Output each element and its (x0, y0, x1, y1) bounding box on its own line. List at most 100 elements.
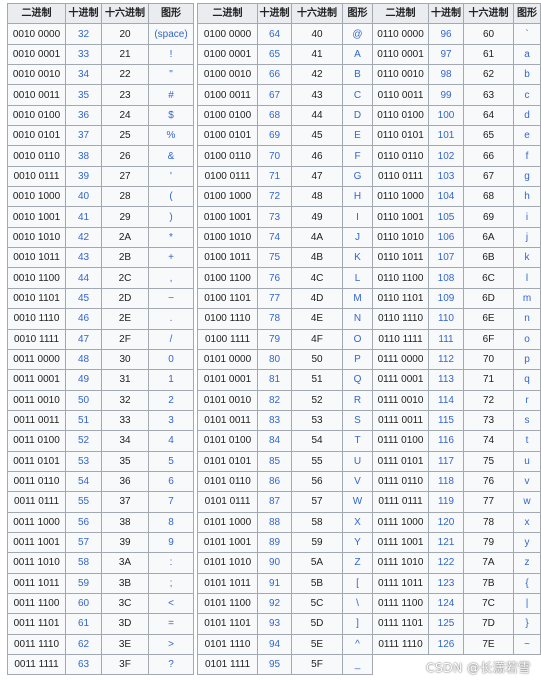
glyph-cell[interactable]: p (513, 348, 541, 371)
glyph-cell[interactable]: F (342, 145, 373, 167)
glyph-cell[interactable]: − (148, 287, 194, 310)
decimal-cell[interactable]: 64 (257, 23, 292, 45)
glyph-cell[interactable]: 8 (148, 511, 194, 533)
glyph-cell[interactable]: ' (148, 165, 194, 188)
decimal-cell[interactable]: 125 (428, 613, 464, 635)
decimal-cell[interactable]: 94 (257, 633, 292, 656)
decimal-cell[interactable]: 104 (428, 186, 464, 208)
glyph-cell[interactable]: e (513, 125, 541, 147)
decimal-cell[interactable]: 78 (257, 308, 292, 330)
decimal-cell[interactable]: 116 (428, 430, 464, 452)
glyph-cell[interactable]: , (148, 267, 194, 289)
glyph-cell[interactable]: v (513, 470, 541, 493)
decimal-cell[interactable]: 37 (65, 125, 102, 147)
decimal-cell[interactable]: 109 (428, 287, 464, 310)
decimal-cell[interactable]: 87 (257, 491, 292, 513)
decimal-cell[interactable]: 82 (257, 389, 292, 411)
decimal-cell[interactable]: 117 (428, 450, 464, 472)
decimal-cell[interactable]: 63 (65, 653, 102, 676)
glyph-cell[interactable]: 5 (148, 450, 194, 472)
decimal-cell[interactable]: 33 (65, 43, 102, 66)
decimal-cell[interactable]: 69 (257, 125, 292, 147)
glyph-cell[interactable]: 0 (148, 348, 194, 371)
glyph-cell[interactable]: M (342, 287, 373, 310)
decimal-cell[interactable]: 54 (65, 470, 102, 493)
glyph-cell[interactable]: J (342, 226, 373, 249)
glyph-cell[interactable]: ! (148, 43, 194, 66)
glyph-cell[interactable]: q (513, 369, 541, 391)
glyph-cell[interactable]: P (342, 348, 373, 371)
decimal-cell[interactable]: 86 (257, 470, 292, 493)
decimal-cell[interactable]: 70 (257, 145, 292, 167)
glyph-cell[interactable]: m (513, 287, 541, 310)
decimal-cell[interactable]: 83 (257, 409, 292, 432)
glyph-cell[interactable]: : (148, 552, 194, 574)
glyph-cell[interactable]: j (513, 226, 541, 249)
decimal-cell[interactable]: 97 (428, 43, 464, 66)
glyph-cell[interactable]: . (148, 308, 194, 330)
decimal-cell[interactable]: 100 (428, 104, 464, 127)
decimal-cell[interactable]: 77 (257, 287, 292, 310)
glyph-cell[interactable]: " (148, 64, 194, 86)
decimal-cell[interactable]: 51 (65, 409, 102, 432)
decimal-cell[interactable]: 47 (65, 328, 102, 350)
decimal-cell[interactable]: 52 (65, 430, 102, 452)
glyph-cell[interactable]: ( (148, 186, 194, 208)
glyph-cell[interactable]: a (513, 43, 541, 66)
decimal-cell[interactable]: 124 (428, 592, 464, 615)
glyph-cell[interactable]: ) (148, 206, 194, 228)
glyph-cell[interactable]: [ (342, 572, 373, 594)
glyph-cell[interactable]: 3 (148, 409, 194, 432)
decimal-cell[interactable]: 34 (65, 64, 102, 86)
glyph-cell[interactable]: l (513, 267, 541, 289)
glyph-cell[interactable]: _ (342, 653, 373, 676)
glyph-cell[interactable]: E (342, 125, 373, 147)
glyph-cell[interactable]: o (513, 328, 541, 350)
decimal-cell[interactable]: 90 (257, 552, 292, 574)
decimal-cell[interactable]: 61 (65, 613, 102, 635)
glyph-cell[interactable]: $ (148, 104, 194, 127)
decimal-cell[interactable]: 84 (257, 430, 292, 452)
glyph-cell[interactable]: H (342, 186, 373, 208)
decimal-cell[interactable]: 35 (65, 84, 102, 106)
decimal-cell[interactable]: 32 (65, 23, 102, 45)
decimal-cell[interactable]: 126 (428, 633, 464, 656)
glyph-cell[interactable]: T (342, 430, 373, 452)
decimal-cell[interactable]: 88 (257, 511, 292, 533)
glyph-cell[interactable]: 6 (148, 470, 194, 493)
glyph-cell[interactable]: A (342, 43, 373, 66)
glyph-cell[interactable]: U (342, 450, 373, 472)
decimal-cell[interactable]: 40 (65, 186, 102, 208)
glyph-cell[interactable]: t (513, 430, 541, 452)
decimal-cell[interactable]: 67 (257, 84, 292, 106)
decimal-cell[interactable]: 118 (428, 470, 464, 493)
decimal-cell[interactable]: 89 (257, 531, 292, 554)
glyph-cell[interactable]: b (513, 64, 541, 86)
decimal-cell[interactable]: 66 (257, 64, 292, 86)
decimal-cell[interactable]: 57 (65, 531, 102, 554)
glyph-cell[interactable]: * (148, 226, 194, 249)
glyph-cell[interactable]: V (342, 470, 373, 493)
glyph-cell[interactable]: z (513, 552, 541, 574)
glyph-cell[interactable]: B (342, 64, 373, 86)
glyph-cell[interactable]: + (148, 247, 194, 269)
decimal-cell[interactable]: 103 (428, 165, 464, 188)
glyph-cell[interactable]: C (342, 84, 373, 106)
decimal-cell[interactable]: 42 (65, 226, 102, 249)
decimal-cell[interactable]: 114 (428, 389, 464, 411)
decimal-cell[interactable]: 71 (257, 165, 292, 188)
glyph-cell[interactable]: Q (342, 369, 373, 391)
glyph-cell[interactable]: D (342, 104, 373, 127)
decimal-cell[interactable]: 60 (65, 592, 102, 615)
decimal-cell[interactable]: 50 (65, 389, 102, 411)
decimal-cell[interactable]: 59 (65, 572, 102, 594)
glyph-cell[interactable]: K (342, 247, 373, 269)
decimal-cell[interactable]: 95 (257, 653, 292, 676)
decimal-cell[interactable]: 49 (65, 369, 102, 391)
decimal-cell[interactable]: 99 (428, 84, 464, 106)
glyph-cell[interactable]: (space) (148, 23, 194, 45)
glyph-cell[interactable]: 2 (148, 389, 194, 411)
decimal-cell[interactable]: 81 (257, 369, 292, 391)
decimal-cell[interactable]: 48 (65, 348, 102, 371)
glyph-cell[interactable]: = (148, 613, 194, 635)
